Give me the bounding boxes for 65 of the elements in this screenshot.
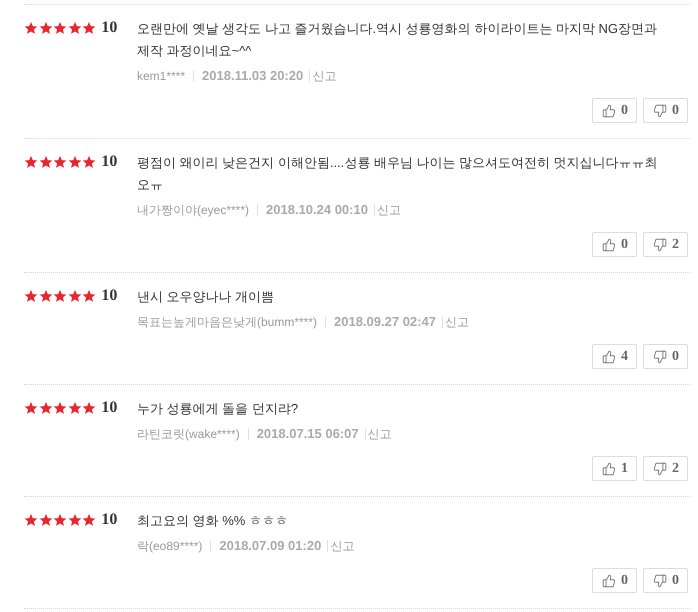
thumbs-down-icon — [653, 104, 667, 118]
star-icon — [38, 401, 53, 415]
thumbs-up-icon — [602, 238, 616, 252]
review-date: 2018.10.24 00:10 — [266, 201, 368, 220]
star-icon — [38, 513, 53, 527]
dislike-button[interactable]: 0 — [643, 568, 688, 593]
star-icon — [38, 155, 53, 169]
thumbs-down-icon — [653, 350, 667, 364]
review-text: 오랜만에 옛날 생각도 나고 즐거웠습니다.역시 성룡영화의 하이라이트는 마지막 NG장면과 제작 과정이네요~^^ — [137, 20, 658, 60]
reviewer-name: 락(eo89****) — [137, 538, 202, 555]
review-text: 낸시 오우양나나 개이쁨 — [137, 288, 276, 306]
thumbs-up-icon — [602, 574, 616, 588]
reviewer-name: kem1**** — [137, 68, 186, 85]
like-button[interactable]: 0 — [592, 568, 637, 593]
like-button[interactable]: 0 — [592, 232, 637, 257]
dislike-button[interactable]: 2 — [643, 456, 688, 481]
star-icon — [53, 21, 68, 35]
star-icon — [68, 289, 82, 303]
review-date: 2018.07.09 01:20 — [219, 537, 322, 556]
star-icon — [53, 155, 68, 169]
thumbs-up-icon — [602, 104, 616, 118]
score-value: 10 — [101, 286, 118, 306]
star-icon — [24, 513, 38, 527]
star-icon — [53, 401, 68, 415]
score-value: 10 — [101, 510, 118, 530]
star-icon — [82, 155, 96, 169]
review-text: 누가 성룡에게 돌을 던지랴? — [137, 400, 300, 418]
dislike-button[interactable]: 2 — [643, 232, 688, 257]
star-icon — [82, 401, 96, 415]
star-icon — [68, 513, 82, 527]
like-button[interactable]: 0 — [592, 98, 637, 123]
review-date: 2018.11.03 20:20 — [202, 67, 304, 86]
review-date: 2018.09.27 02:47 — [334, 313, 436, 332]
reviewer-name: 라틴코릿(wake****) — [137, 426, 240, 443]
thumbs-up-icon — [602, 350, 616, 364]
dislike-button[interactable]: 0 — [643, 344, 688, 369]
review-text: 최고요의 영화 %% ㅎㅎㅎ — [137, 512, 289, 530]
thumbs-down-icon — [653, 462, 667, 476]
star-icon — [82, 513, 96, 527]
reviewer-name: 목표는높게마음은낮게(bumm****) — [137, 314, 318, 331]
star-icon — [24, 21, 38, 35]
review-text: 평점이 왜이리 낮은건지 이해안됨....성룡 배우님 나이는 많으셔도여전히 멋지십니다ㅠㅠ최오ㅠ — [137, 154, 659, 194]
star-icon — [38, 289, 53, 303]
dislike-button[interactable]: 0 — [643, 98, 688, 123]
score-value: 10 — [101, 18, 118, 38]
star-icon — [24, 289, 38, 303]
star-icon — [82, 21, 96, 35]
like-button[interactable]: 1 — [592, 456, 637, 481]
score-value: 10 — [101, 398, 118, 418]
star-icon — [82, 289, 96, 303]
reviewer-name: 내가짱이야(eyec****) — [137, 202, 250, 219]
star-icon — [68, 21, 82, 35]
star-icon — [24, 401, 38, 415]
star-icon — [53, 513, 68, 527]
thumbs-down-icon — [653, 574, 667, 588]
star-icon — [68, 155, 82, 169]
like-button[interactable]: 4 — [592, 344, 637, 369]
star-icon — [53, 289, 68, 303]
thumbs-up-icon — [602, 462, 616, 476]
star-icon — [68, 401, 82, 415]
thumbs-down-icon — [653, 238, 667, 252]
review-date: 2018.07.15 06:07 — [256, 425, 359, 444]
star-icon — [24, 155, 38, 169]
score-value: 10 — [101, 152, 118, 172]
star-icon — [38, 21, 53, 35]
